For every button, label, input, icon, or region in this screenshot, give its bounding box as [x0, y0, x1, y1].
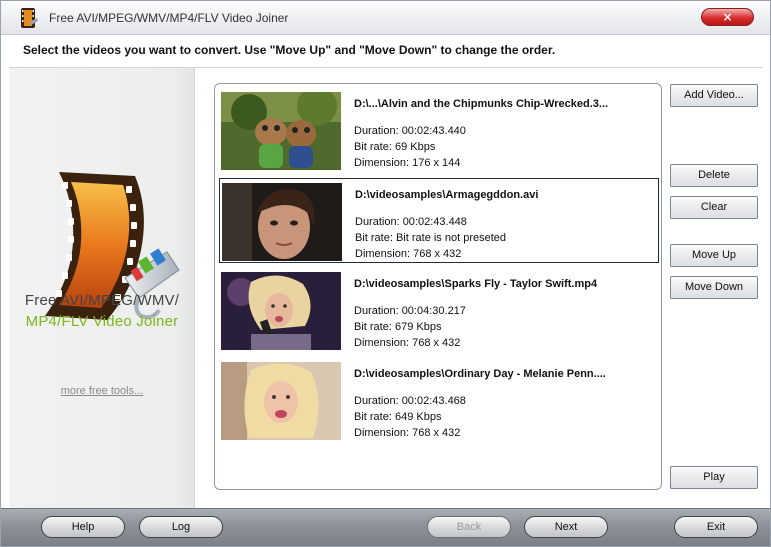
video-duration: Duration: 00:02:43.440	[354, 125, 466, 137]
instruction-text: Select the videos you want to convert. U…	[23, 43, 556, 57]
video-dimension: Dimension: 176 x 144	[354, 157, 461, 169]
video-list-item[interactable]: D:\videosamples\Sparks Fly - Taylor Swif…	[219, 268, 659, 353]
video-list-item-selected[interactable]: D:\videosamples\Armagegddon.avi Duration…	[219, 178, 659, 263]
delete-button[interactable]: Delete	[670, 164, 758, 187]
bottom-toolbar: Help Log Back Next Exit	[1, 508, 770, 546]
left-panel: Free AVI/MPEG/WMV/ MP4/FLV Video Joiner …	[9, 68, 195, 508]
video-path: D:\videosamples\Sparks Fly - Taylor Swif…	[354, 278, 598, 290]
video-duration: Duration: 00:04:30.217	[354, 305, 466, 317]
video-list-item[interactable]: D:\...\Alvin and the Chipmunks Chip-Wrec…	[219, 88, 659, 173]
video-dimension: Dimension: 768 x 432	[355, 248, 462, 260]
video-bitrate: Bit rate: 679 Kbps	[354, 321, 442, 333]
video-bitrate: Bit rate: Bit rate is not preseted	[355, 232, 507, 244]
video-duration: Duration: 00:02:43.448	[355, 216, 467, 228]
video-dimension: Dimension: 768 x 432	[354, 337, 461, 349]
video-list[interactable]: D:\...\Alvin and the Chipmunks Chip-Wrec…	[214, 83, 662, 490]
exit-button[interactable]: Exit	[674, 516, 758, 538]
add-video-button[interactable]: Add Video...	[670, 84, 758, 107]
log-button[interactable]: Log	[139, 516, 223, 538]
title-bar[interactable]: Free AVI/MPEG/WMV/MP4/FLV Video Joiner ×	[1, 1, 770, 35]
video-bitrate: Bit rate: 649 Kbps	[354, 411, 442, 423]
video-path: D:\videosamples\Armagegddon.avi	[355, 189, 539, 201]
app-film-icon	[21, 8, 38, 28]
help-button[interactable]: Help	[41, 516, 125, 538]
video-duration: Duration: 00:02:43.468	[354, 395, 466, 407]
video-thumbnail	[221, 272, 341, 350]
video-thumbnail	[221, 362, 341, 440]
next-button[interactable]: Next	[524, 516, 608, 538]
brand-line-2: MP4/FLV Video Joiner	[25, 313, 179, 330]
move-down-button[interactable]: Move Down	[670, 276, 758, 299]
video-list-item[interactable]: D:\videosamples\Ordinary Day - Melanie P…	[219, 358, 659, 443]
video-thumbnail	[222, 183, 342, 261]
play-button[interactable]: Play	[670, 466, 758, 489]
brand-line-1: Free AVI/MPEG/WMV/	[24, 292, 180, 309]
move-up-button[interactable]: Move Up	[670, 244, 758, 267]
video-path: D:\...\Alvin and the Chipmunks Chip-Wrec…	[354, 98, 609, 110]
more-free-tools-link[interactable]: more free tools...	[9, 385, 195, 397]
close-button[interactable]: ×	[701, 8, 754, 26]
video-thumbnail	[221, 92, 341, 170]
app-window: Free AVI/MPEG/WMV/MP4/FLV Video Joiner ×…	[0, 0, 771, 547]
video-bitrate: Bit rate: 69 Kbps	[354, 141, 436, 153]
back-button[interactable]: Back	[427, 516, 511, 538]
window-title: Free AVI/MPEG/WMV/MP4/FLV Video Joiner	[49, 11, 289, 25]
video-dimension: Dimension: 768 x 432	[354, 427, 461, 439]
video-path: D:\videosamples\Ordinary Day - Melanie P…	[354, 368, 606, 380]
clear-button[interactable]: Clear	[670, 196, 758, 219]
